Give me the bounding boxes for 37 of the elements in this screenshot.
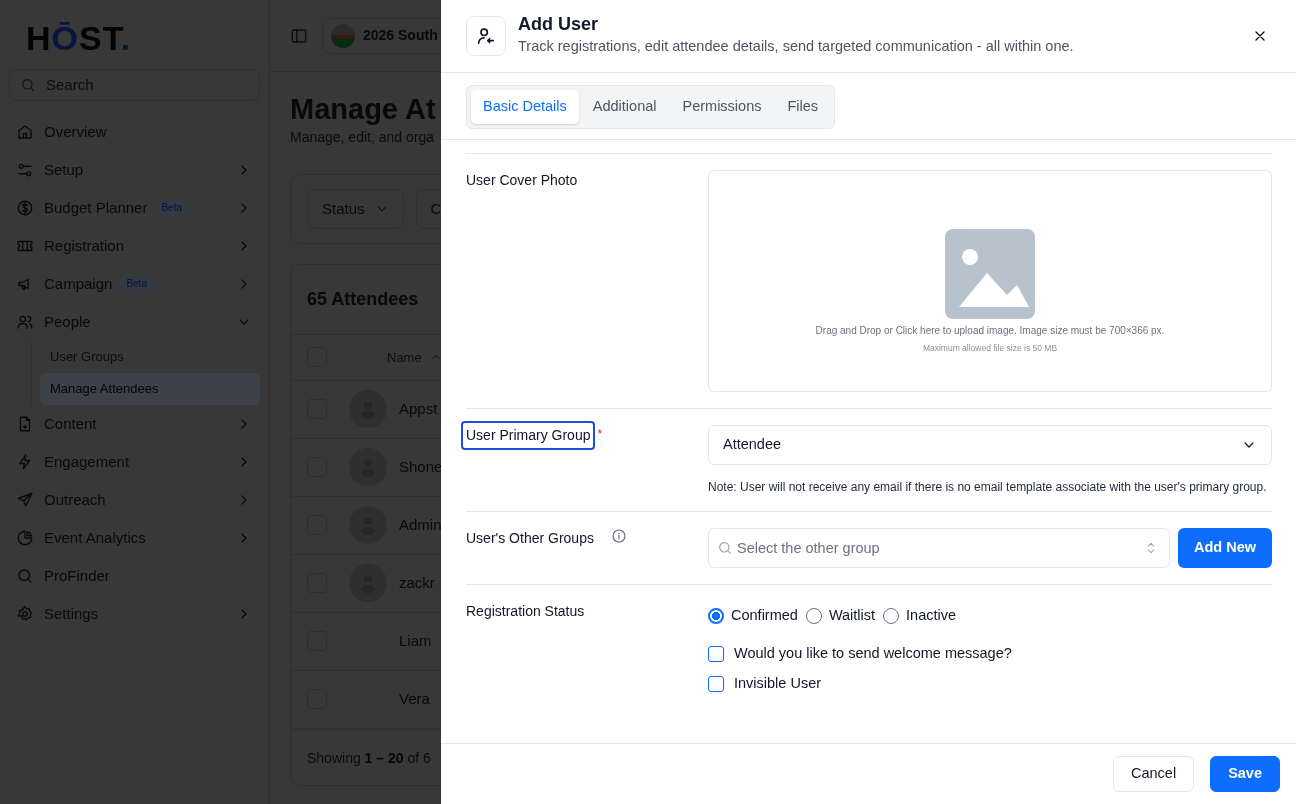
search-icon [16, 566, 34, 585]
field-label: User Primary Group [461, 421, 596, 450]
modal-subtitle: Track registrations, edit attendee details, send targeted communication - all within one. [518, 36, 1074, 56]
required-mark: * [597, 426, 603, 443]
pie-chart-icon [16, 528, 34, 547]
add-user-icon [475, 25, 497, 47]
field-label: Registration Status [465, 602, 586, 622]
image-placeholder-icon [945, 229, 1035, 320]
save-button[interactable]: Save [1210, 756, 1280, 792]
upload-hint: Drag and Drop or Click here to upload image. Image size must be 700×366 px. [815, 324, 1165, 339]
tab[interactable]: Files [775, 90, 831, 124]
group-search-field[interactable]: Select the other group [708, 528, 1170, 569]
tab[interactable]: Additional [580, 90, 669, 124]
dollar-icon [16, 198, 34, 217]
tab[interactable]: Permissions [670, 90, 774, 124]
sidebar-toggle-icon[interactable] [290, 26, 308, 45]
radio-option[interactable]: Confirmed [708, 605, 798, 627]
search-icon [20, 76, 36, 93]
tab[interactable]: Basic Details [471, 90, 579, 124]
checkbox-option[interactable]: Invisible User [708, 672, 1272, 695]
search-icon [717, 540, 733, 557]
field-note: Note: User will not receive any email if there is no email template associate with the user's primary group. [708, 479, 1268, 496]
modal-title: Add User [518, 14, 599, 36]
settings-icon [16, 604, 34, 623]
upload-area[interactable]: Drag and Drop or Click here to upload image. Image size must be 700×366 px. Maximum allowed file size is 50 MB [708, 170, 1272, 392]
field-label: User's Other Groups [465, 529, 595, 549]
radio-option[interactable]: Inactive [883, 605, 957, 627]
checkbox-option[interactable]: Would you like to send welcome message? [708, 642, 1272, 665]
event-logo-icon [331, 23, 355, 48]
cancel-button[interactable]: Cancel [1113, 756, 1195, 792]
send-icon [16, 490, 34, 509]
radio-option[interactable]: Waitlist [805, 605, 876, 627]
group-select[interactable]: Attendee [708, 425, 1272, 465]
field-label: User Cover Photo [465, 171, 579, 190]
sidebar-subitem[interactable]: Manage Attendees [40, 372, 260, 405]
upload-size-limit: Maximum allowed file size is 50 MB [922, 342, 1058, 355]
add-new-button[interactable]: Add New [1177, 528, 1272, 569]
